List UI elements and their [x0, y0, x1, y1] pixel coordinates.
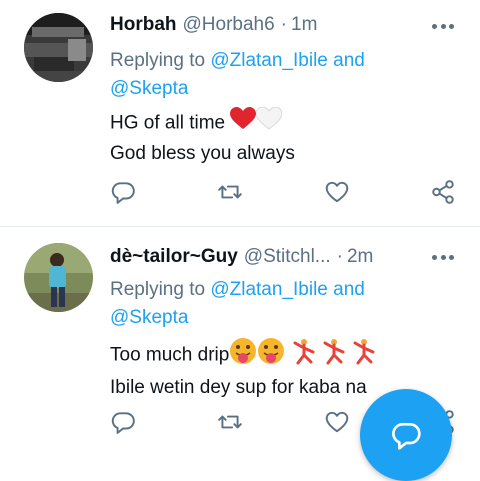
like-icon[interactable] — [324, 179, 350, 205]
tweet-horbah[interactable]: Horbah @Horbah6 · 1m Replying to @Zlatan… — [0, 0, 480, 226]
dancer-icon — [351, 337, 377, 374]
mention-zlatan[interactable]: @Zlatan_Ibile — [210, 279, 328, 300]
tweet-text: HG of all time God bless you always — [110, 106, 450, 168]
mention-skepta[interactable]: @Skepta — [110, 307, 188, 328]
replying-to: Replying to @Zlatan_Ibile and @Skepta — [110, 47, 440, 103]
mention-zlatan[interactable]: @Zlatan_Ibile — [210, 50, 328, 71]
red-heart-icon — [230, 107, 257, 140]
reply-icon[interactable] — [110, 409, 136, 435]
replying-and: and — [333, 50, 365, 71]
tweet-actions — [110, 179, 460, 209]
timestamp[interactable]: 1m — [291, 14, 317, 36]
tweet-header: dè~tailor~Guy @Stitchl... · 2m — [110, 244, 420, 270]
display-name[interactable]: Horbah — [110, 14, 177, 36]
replying-prefix: Replying to — [110, 50, 206, 71]
avatar[interactable] — [24, 243, 93, 312]
dancer-icon — [291, 337, 317, 374]
display-name[interactable]: dè~tailor~Guy — [110, 246, 238, 268]
tweet-header: Horbah @Horbah6 · 1m — [110, 12, 420, 38]
compose-button[interactable] — [360, 389, 452, 481]
reply-icon[interactable] — [110, 179, 136, 205]
avatar[interactable] — [24, 13, 93, 82]
tongue-face-icon — [229, 337, 257, 374]
retweet-icon[interactable] — [217, 179, 243, 205]
handle[interactable]: @Stitchl... — [244, 246, 331, 268]
replying-to: Replying to @Zlatan_Ibile and @Skepta — [110, 276, 440, 332]
share-icon[interactable] — [430, 179, 456, 205]
text-line-1: HG of all time — [110, 112, 226, 134]
more-icon[interactable] — [432, 21, 454, 31]
like-icon[interactable] — [324, 409, 350, 435]
handle[interactable]: @Horbah6 — [183, 14, 275, 36]
separator: · — [280, 14, 287, 35]
text-line-2: God bless you always — [110, 143, 295, 164]
replying-and: and — [333, 279, 365, 300]
more-icon[interactable] — [432, 252, 454, 262]
dancer-icon — [321, 337, 347, 374]
text-line-1: Too much drip — [110, 344, 230, 366]
tongue-face-icon — [257, 337, 285, 374]
text-line-2: Ibile wetin dey sup for kaba na — [110, 377, 367, 398]
mention-skepta[interactable]: @Skepta — [110, 78, 188, 99]
compose-icon — [392, 423, 421, 450]
timestamp[interactable]: 2m — [347, 246, 373, 268]
separator: · — [336, 246, 343, 267]
replying-prefix: Replying to — [110, 279, 206, 300]
retweet-icon[interactable] — [217, 409, 243, 435]
white-heart-icon — [255, 106, 283, 140]
